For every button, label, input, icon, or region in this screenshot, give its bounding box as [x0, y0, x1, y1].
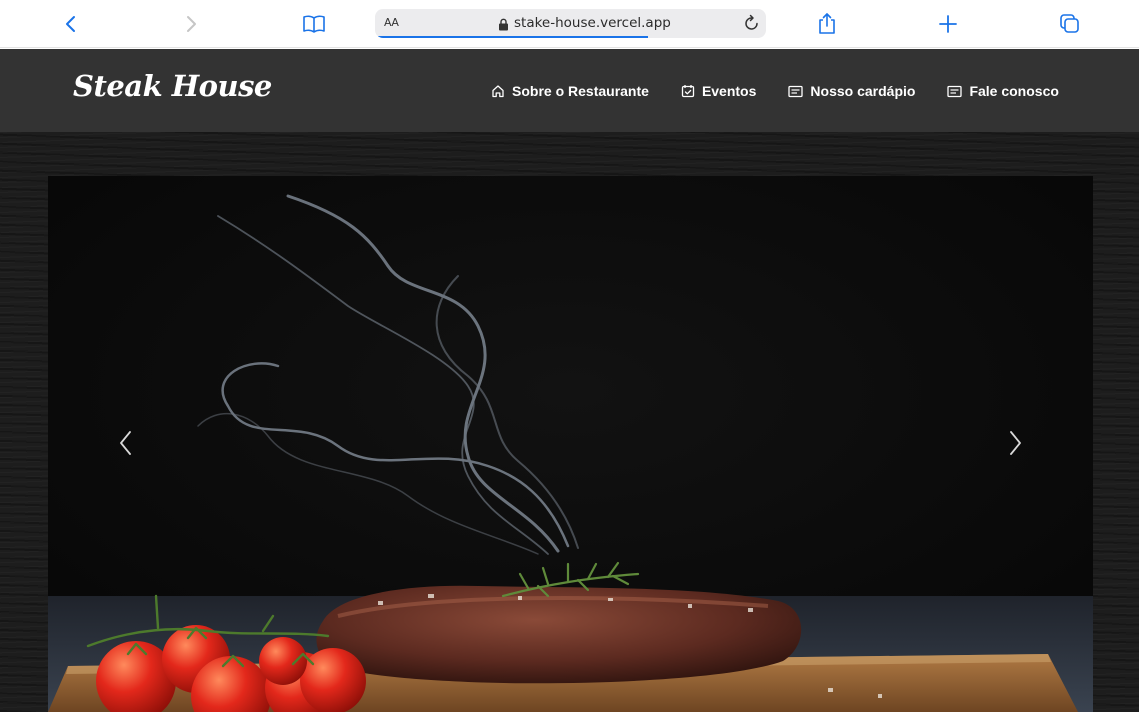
- nav-item-sobre[interactable]: Sobre o Restaurante: [491, 83, 649, 99]
- main-nav: Sobre o Restaurante Eventos Nosso cardáp…: [491, 81, 1059, 101]
- url-text: stake-house.vercel.app: [514, 15, 671, 31]
- nav-label: Fale conosco: [969, 83, 1059, 99]
- brand-logo[interactable]: Steak House: [73, 69, 272, 103]
- book-icon: [303, 15, 325, 33]
- home-icon: [491, 84, 505, 98]
- share-button[interactable]: [813, 10, 841, 38]
- nav-item-eventos[interactable]: Eventos: [681, 83, 756, 99]
- chevron-left-icon: [66, 16, 75, 32]
- nav-label: Sobre o Restaurante: [512, 83, 649, 99]
- calendar-check-icon: [681, 84, 695, 98]
- address-bar[interactable]: AA stake-house.vercel.app: [375, 9, 766, 38]
- reload-icon[interactable]: [742, 14, 761, 33]
- new-tab-button[interactable]: [934, 10, 962, 38]
- reader-view-button[interactable]: AA: [384, 16, 399, 29]
- nav-item-contato[interactable]: Fale conosco: [947, 83, 1059, 99]
- chevron-left-icon: [120, 431, 131, 455]
- carousel-prev-button[interactable]: [111, 426, 141, 460]
- forward-button[interactable]: [177, 10, 205, 38]
- carousel-slide-image: [48, 176, 1093, 712]
- carousel-next-button[interactable]: [1000, 426, 1030, 460]
- tabs-overview-button[interactable]: [1056, 10, 1084, 38]
- nav-label: Nosso cardápio: [810, 83, 916, 99]
- page-load-progress: [378, 36, 648, 38]
- tabs-icon: [1060, 14, 1079, 33]
- back-button[interactable]: [57, 10, 85, 38]
- plus-icon: [939, 15, 957, 33]
- browser-toolbar: AA stake-house.vercel.app: [0, 0, 1139, 48]
- nav-item-cardapio[interactable]: Nosso cardápio: [788, 83, 915, 99]
- lock-icon: [499, 18, 508, 31]
- bookmarks-button[interactable]: [300, 10, 328, 38]
- hero-carousel[interactable]: [48, 176, 1093, 712]
- chevron-right-icon: [187, 16, 196, 32]
- list-icon: [947, 85, 963, 98]
- share-icon: [819, 13, 835, 34]
- list-icon: [788, 85, 804, 98]
- site-header: Steak House Sobre o Restaurante Eventos: [0, 49, 1139, 132]
- chevron-right-icon: [1010, 431, 1021, 455]
- nav-label: Eventos: [701, 83, 757, 99]
